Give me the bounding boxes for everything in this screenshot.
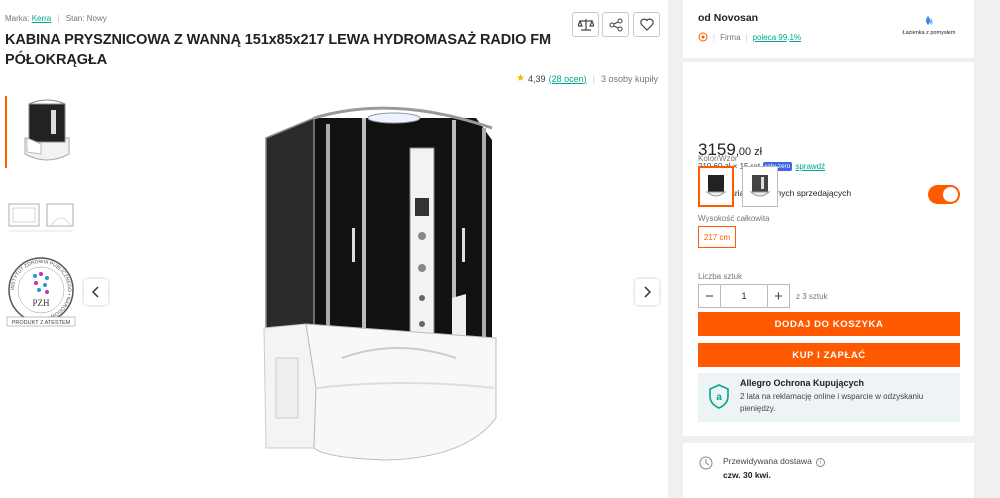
price-cents: ,00 zł xyxy=(735,146,763,158)
main-product-image xyxy=(263,106,497,461)
clock-icon xyxy=(699,456,713,470)
seller-type: Firma xyxy=(720,32,741,42)
height-option[interactable]: 217 cm xyxy=(698,226,736,248)
info-icon[interactable]: i xyxy=(816,458,826,467)
delivery-label-row: Przewidywana dostawa i xyxy=(723,456,826,467)
thumbnail-1[interactable] xyxy=(5,96,77,168)
toggle-knob xyxy=(943,187,958,202)
scales-icon xyxy=(577,18,594,31)
gallery-prev-button[interactable] xyxy=(84,279,108,305)
protection-description: 2 lata na reklamację online i wsparcie w… xyxy=(740,392,924,413)
cabin-variant-1-icon xyxy=(705,174,727,196)
seller-name[interactable]: od Novosan xyxy=(698,12,758,24)
add-to-cart-button[interactable]: DODAJ DO KOSZYKA xyxy=(698,312,960,336)
brand-label: Marka: xyxy=(5,14,30,23)
share-icon xyxy=(609,18,622,31)
meta-divider: | xyxy=(57,14,60,23)
drops-logo-icon xyxy=(926,16,933,25)
offer-card: 3159,00 zł 210,60 zł × 15 rat raty zero … xyxy=(683,62,974,436)
rating-count-link[interactable]: (28 ocen) xyxy=(549,74,587,84)
star-icon: ★ xyxy=(516,73,526,84)
condition-label: Stan: xyxy=(65,14,85,23)
pzh-mark: PZH xyxy=(32,298,50,308)
certificate-label: PRODUKT Z ATESTEM xyxy=(12,320,71,326)
color-label: Kolor/Wzór xyxy=(698,154,738,163)
delivery-card: Przewidywana dostawa i czw. 30 kwi. xyxy=(683,443,974,498)
product-meta: Marka: Kerra | Stan: Nowy xyxy=(5,14,107,23)
installments-check-link[interactable]: sprawdź xyxy=(795,162,825,171)
quantity-label: Liczba sztuk xyxy=(698,272,743,281)
variants-toggle[interactable] xyxy=(928,185,960,204)
cabin-variant-2-icon xyxy=(749,174,771,196)
compare-button[interactable] xyxy=(572,12,599,37)
chevron-left-icon xyxy=(92,286,99,298)
rating-value: 4,39 xyxy=(528,73,546,84)
favorite-button[interactable] xyxy=(633,12,660,37)
product-title: KABINA PRYSZNICOWA Z WANNĄ 151x85x217 LE… xyxy=(5,32,551,68)
buy-now-button[interactable]: KUP I ZAPŁAĆ xyxy=(698,343,960,367)
technical-drawing-thumbnail xyxy=(8,203,74,232)
svg-text:a: a xyxy=(716,392,722,403)
shield-icon: a xyxy=(709,384,729,409)
seller-card: od Novosan | Firma | poleca 99,1% Łazien… xyxy=(683,0,974,58)
shower-cabin-thumbnail xyxy=(24,99,70,161)
company-icon xyxy=(698,32,708,42)
quantity-stepper: − 1 + z 3 sztuk xyxy=(698,284,828,308)
product-gallery-panel: Marka: Kerra | Stan: Nowy KABINA PRYSZNI… xyxy=(0,0,668,498)
buyers-count: 3 osoby kupiły xyxy=(600,73,658,84)
thumbnail-3-certificate[interactable]: INSTYTUT ZDROWIA PUBLICZNEGO • NARODOWY … xyxy=(5,254,77,328)
gallery-next-button[interactable] xyxy=(635,279,659,305)
seller-logo[interactable]: Łazienka z pomysłem xyxy=(898,14,960,36)
height-label: Wysokość całkowita xyxy=(698,214,770,223)
seller-logo-text: Łazienka z pomysłem xyxy=(902,30,956,36)
chevron-right-icon xyxy=(644,286,651,298)
quantity-decrease-button[interactable]: − xyxy=(698,284,721,308)
seller-recommendation-link[interactable]: poleca 99,1% xyxy=(753,33,801,42)
delivery-label: Przewidywana dostawa xyxy=(723,456,812,466)
share-button[interactable] xyxy=(602,12,629,37)
color-swatch-2[interactable] xyxy=(742,166,778,207)
delivery-date: czw. 30 kwi. xyxy=(723,470,771,480)
rating-divider: | xyxy=(592,73,595,84)
seller-info-row: | Firma | poleca 99,1% xyxy=(698,32,801,42)
rating-row: ★ 4,39 (28 ocen) | 3 osoby kupiły xyxy=(516,73,658,84)
protection-title: Allegro Ochrona Kupujących xyxy=(740,378,865,388)
color-swatch-1[interactable] xyxy=(698,166,734,207)
quantity-increase-button[interactable]: + xyxy=(767,284,790,308)
quantity-available: z 3 sztuk xyxy=(796,291,828,301)
quantity-input[interactable]: 1 xyxy=(721,284,767,308)
brand-link[interactable]: Kerra xyxy=(32,14,52,23)
pzh-certificate-badge: INSTYTUT ZDROWIA PUBLICZNEGO • NARODOWY … xyxy=(6,257,76,327)
buyer-protection-box: a Allegro Ochrona Kupujących 2 lata na r… xyxy=(698,373,960,422)
condition-value: Nowy xyxy=(86,14,107,23)
heart-icon xyxy=(639,18,654,31)
thumbnail-2[interactable] xyxy=(5,190,77,236)
